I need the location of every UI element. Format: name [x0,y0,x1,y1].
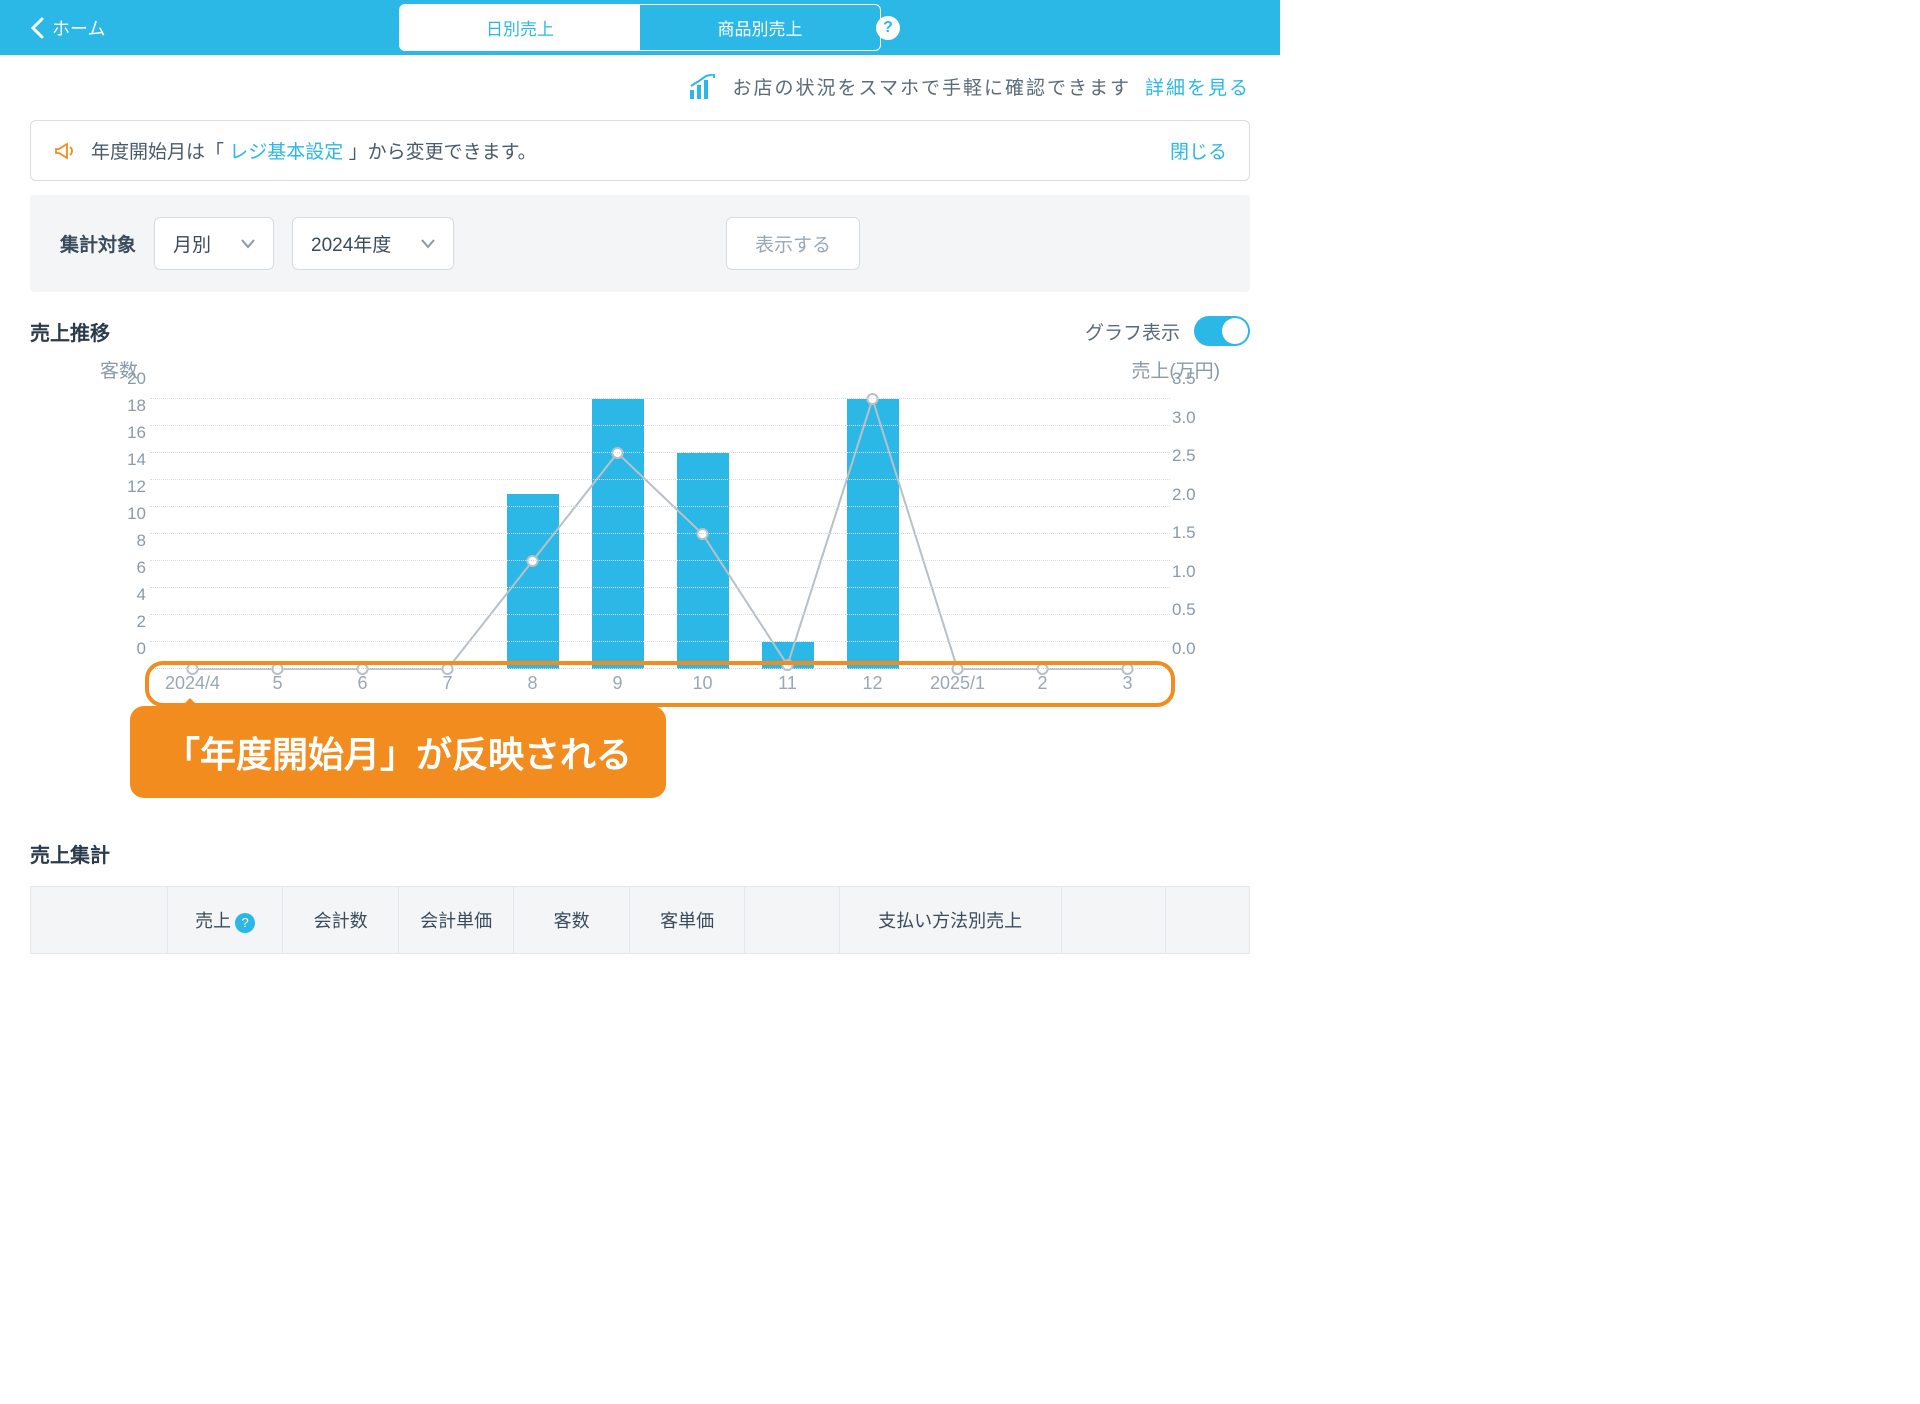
th-avg: 会計単価 [399,887,515,953]
segmented-control: 日別売上 商品別売上 [399,4,881,51]
year-select[interactable]: 2024年度 [292,217,454,270]
notice-close[interactable]: 閉じる [1170,137,1227,164]
trend-header: 売上推移 グラフ表示 [30,316,1250,346]
graph-toggle[interactable] [1194,316,1250,346]
x-tick: 10 [660,673,745,699]
chevron-down-icon [241,239,255,249]
filter-label: 集計対象 [60,230,136,257]
promo-link[interactable]: 詳細を見る [1145,73,1250,100]
toggle-label: グラフ表示 [1085,318,1180,345]
info-badge-icon[interactable]: ? [235,913,255,933]
megaphone-icon [53,139,77,163]
chevron-down-icon [421,239,435,249]
back-label: ホーム [52,15,105,41]
tab-product-sales[interactable]: 商品別売上 [640,5,880,50]
x-tick: 8 [490,673,575,699]
chart-area: 客数 売上(万円) 02468101214161820 0.00.51.01.5… [30,356,1250,699]
x-tick: 7 [405,673,490,699]
period-select[interactable]: 月別 [154,217,274,270]
promo-text: お店の状況をスマホで手軽に確認できます [733,73,1131,100]
x-tick: 6 [320,673,405,699]
x-tick: 5 [235,673,320,699]
trend-title: 売上推移 [30,317,110,346]
promo-bar: お店の状況をスマホで手軽に確認できます 詳細を見る [0,55,1280,112]
th-payment: 支払い方法別売上 [840,887,1062,953]
summary-title: 売上集計 [30,839,1250,868]
filter-bar: 集計対象 月別 2024年度 表示する [30,195,1250,292]
x-tick: 2025/1 [915,673,1000,699]
tab-daily-sales[interactable]: 日別売上 [400,5,640,50]
x-tick: 3 [1085,673,1170,699]
th-sales: 売上? [168,887,284,953]
x-tick: 12 [830,673,915,699]
x-tick: 9 [575,673,660,699]
notice-text: 年度開始月は「 レジ基本設定 」から変更できます。 [91,137,537,164]
summary-table-header: 売上? 会計数 会計単価 客数 客単価 支払い方法別売上 [30,886,1250,954]
th-count: 会計数 [283,887,399,953]
notice-banner: 年度開始月は「 レジ基本設定 」から変更できます。 閉じる [30,120,1250,181]
x-tick: 11 [745,673,830,699]
chart-growth-icon [689,74,719,100]
notice-link[interactable]: レジ基本設定 [229,142,343,163]
submit-button[interactable]: 表示する [726,217,860,270]
th-cust: 客数 [514,887,630,953]
th-cust-avg: 客単価 [630,887,746,953]
x-tick: 2 [1000,673,1085,699]
chevron-left-icon [30,17,44,39]
back-button[interactable]: ホーム [0,15,105,41]
callout-annotation: 「年度開始月」が反映される [130,706,666,798]
help-icon[interactable]: ? [876,16,900,40]
app-header: ホーム 日別売上 商品別売上 ? [0,0,1280,55]
